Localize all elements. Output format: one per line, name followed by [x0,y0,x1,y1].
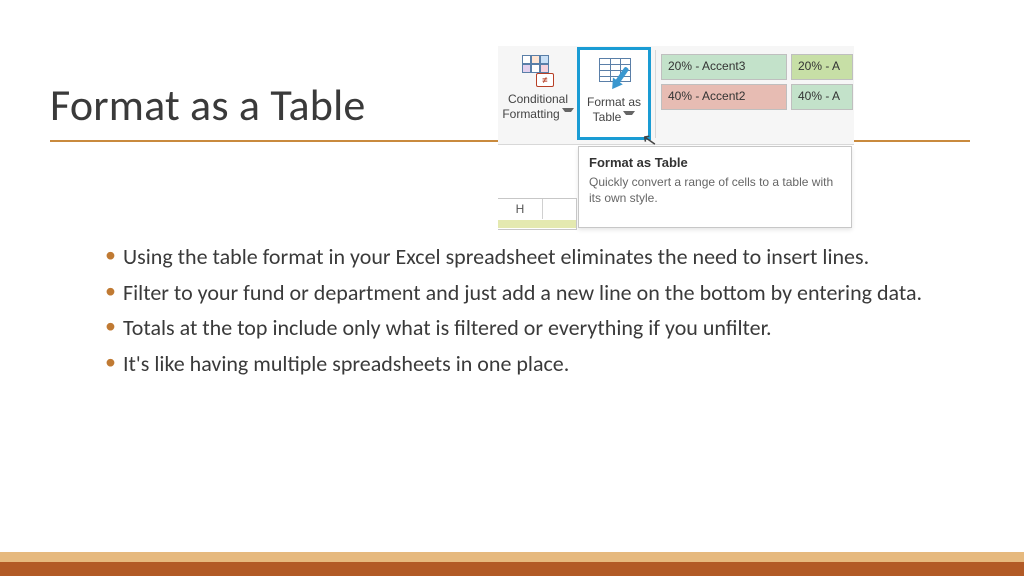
cell-style-accent2[interactable]: 40% - Accent2 [661,84,787,110]
ribbon-strip: ≠ Conditional Formatting Format as Table… [498,46,854,145]
worksheet-highlight [498,220,576,228]
worksheet-peek: H [498,198,577,230]
tooltip-title: Format as Table [589,155,841,170]
format-as-table-label-2: Table [580,111,648,124]
bullet-list: Using the table format in your Excel spr… [105,243,945,385]
bullet-item: Totals at the top include only what is f… [105,314,945,343]
bullet-item: Filter to your fund or department and ju… [105,279,945,308]
format-as-table-label-1: Format as [580,96,648,109]
excel-ribbon-screenshot: ≠ Conditional Formatting Format as Table… [498,46,854,231]
format-as-table-button[interactable]: Format as Table [577,47,651,140]
neq-badge-icon: ≠ [536,73,554,87]
conditional-formatting-button[interactable]: ≠ Conditional Formatting [501,47,575,140]
footer-base-bar [0,562,1024,576]
cell-style-accent3[interactable]: 20% - Accent3 [661,54,787,80]
footer-accent-bar [0,552,1024,562]
bullet-item: It's like having multiple spreadsheets i… [105,350,945,379]
tooltip-body: Quickly convert a range of cells to a ta… [589,174,841,206]
tooltip-panel: Format as Table Quickly convert a range … [578,146,852,228]
conditional-formatting-label-1: Conditional [501,93,575,106]
slide-title: Format as a Table [50,78,366,132]
cell-style-partial-top[interactable]: 20% - A [791,54,853,80]
conditional-formatting-label-2: Formatting [501,108,575,121]
chevron-down-icon [562,108,574,116]
chevron-down-icon [623,111,635,119]
conditional-formatting-icon: ≠ [519,53,557,91]
column-header-h[interactable]: H [498,199,543,219]
ribbon-separator [655,50,656,138]
cell-style-partial-bottom[interactable]: 40% - A [791,84,853,110]
format-as-table-icon [595,56,633,94]
bullet-item: Using the table format in your Excel spr… [105,243,945,272]
